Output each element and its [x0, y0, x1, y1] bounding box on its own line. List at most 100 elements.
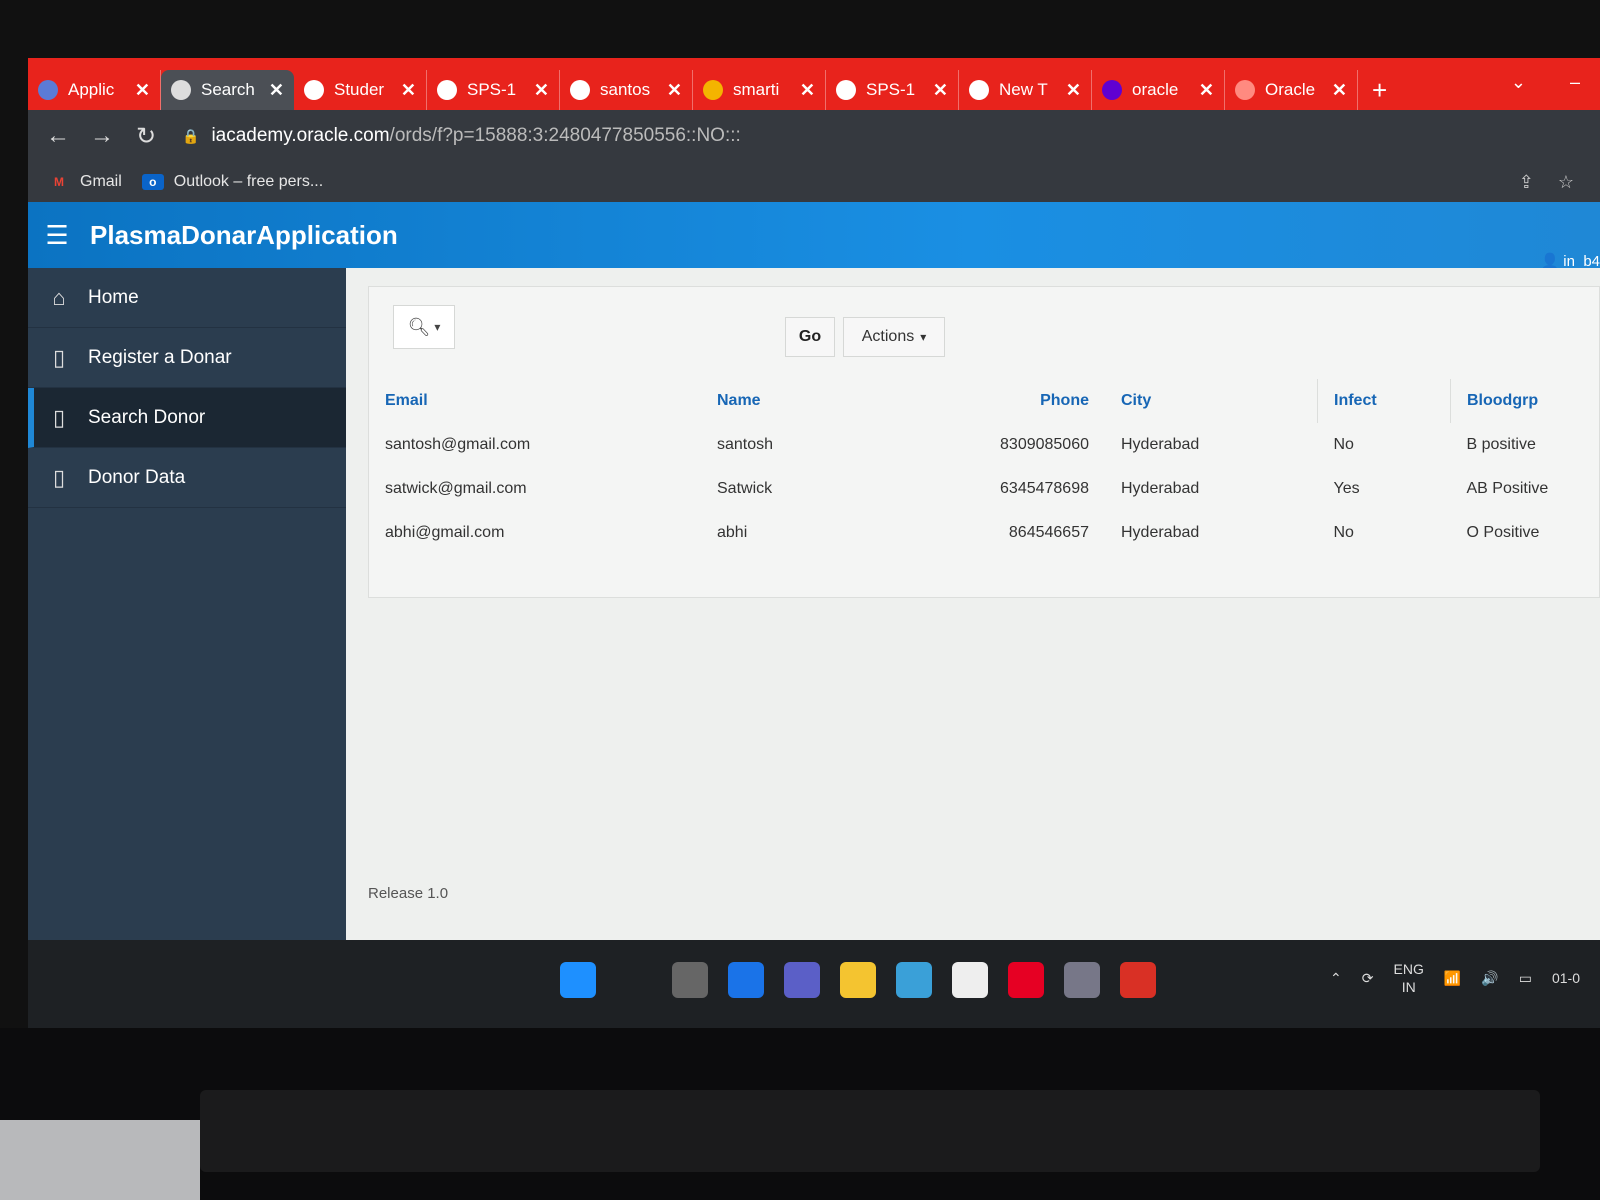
bookmark-gmail[interactable]: M Gmail — [48, 173, 122, 191]
actions-label: Actions — [861, 328, 915, 345]
cell-name: Satwick — [717, 480, 773, 497]
close-icon[interactable]: ✕ — [401, 80, 416, 101]
cell-infect: Yes — [1333, 480, 1360, 497]
task-view-icon[interactable] — [672, 962, 708, 998]
laptop-hinge — [200, 1090, 1540, 1172]
browser-tab[interactable]: Studer ✕ — [294, 70, 427, 110]
cell-email: santosh@gmail.com — [385, 436, 531, 453]
nav-label: Search Donor — [88, 406, 206, 428]
search-icon[interactable] — [616, 962, 652, 998]
notepad-icon[interactable] — [896, 962, 932, 998]
menu-toggle-icon[interactable]: ☰ — [28, 220, 86, 251]
browser-tab[interactable]: Oracle ✕ — [1225, 70, 1358, 110]
tab-label: Search — [201, 80, 255, 99]
browser-tab[interactable]: New T ✕ — [959, 70, 1092, 110]
column-header-email[interactable]: Email — [369, 379, 701, 423]
close-icon[interactable]: ✕ — [269, 80, 284, 101]
tab-label: New T — [999, 80, 1048, 99]
chart-icon — [703, 80, 723, 100]
column-header-phone[interactable]: Phone — [953, 379, 1105, 423]
back-icon[interactable]: ← — [36, 122, 80, 150]
nav-item-home[interactable]: ⌂ Home — [28, 268, 346, 328]
cell-email: abhi@gmail.com — [385, 524, 505, 541]
github-icon — [570, 80, 590, 100]
cell-phone: 6345478698 — [1000, 480, 1089, 497]
close-icon[interactable]: ✕ — [800, 80, 815, 101]
close-icon[interactable]: ✕ — [534, 80, 549, 101]
share-icon[interactable]: ⇪ — [1519, 172, 1534, 193]
oracle-icon — [1235, 80, 1255, 100]
battery-icon[interactable]: ▭ — [1519, 970, 1532, 987]
wifi-icon[interactable]: 📶 — [1444, 970, 1461, 987]
cell-bloodgrp: B positive — [1466, 436, 1536, 453]
close-icon[interactable]: ✕ — [933, 80, 948, 101]
widgets-icon[interactable] — [728, 962, 764, 998]
camera-icon[interactable] — [1064, 962, 1100, 998]
windows-start-icon[interactable] — [560, 962, 596, 998]
tab-label: SPS-1 — [467, 80, 517, 99]
file-explorer-icon[interactable] — [840, 962, 876, 998]
nav-item-search-donor[interactable]: ▯ Search Donor — [28, 388, 346, 448]
clock[interactable]: 01-0 — [1552, 970, 1580, 986]
chevron-up-icon[interactable]: ⌃ — [1330, 970, 1342, 987]
column-header-bloodgrp[interactable]: Bloodgrp — [1450, 379, 1599, 423]
search-column-button[interactable]: 🔍︎ ▾ — [393, 305, 455, 349]
close-icon[interactable]: ✕ — [135, 80, 150, 101]
browser-tab[interactable]: SPS-1 ✕ — [826, 70, 959, 110]
close-icon[interactable]: ✕ — [1199, 80, 1214, 101]
browser-tab-strip: Applic ✕ Search ✕ Studer ✕ SPS-1 ✕ santos ✕ smarti… — [28, 58, 1600, 110]
x-app-icon — [38, 80, 58, 100]
tab-label: SPS-1 — [866, 80, 916, 99]
app-title[interactable]: PlasmaDonarApplication — [90, 220, 398, 251]
teams-icon[interactable] — [784, 962, 820, 998]
outlook-icon: o — [141, 174, 164, 190]
table-row: abhi@gmail.com abhi 864546657 Hyderabad … — [369, 511, 1599, 555]
close-icon[interactable]: ✕ — [1332, 80, 1347, 101]
reload-icon[interactable]: ↻ — [124, 122, 168, 151]
yahoo-icon — [1102, 80, 1122, 100]
browser-tab[interactable]: SPS-1 ✕ — [427, 70, 560, 110]
chrome-icon[interactable] — [1120, 962, 1156, 998]
bookmark-label: Gmail — [80, 173, 122, 190]
close-icon[interactable]: ✕ — [1066, 80, 1081, 101]
column-header-name[interactable]: Name — [701, 379, 953, 423]
browser-tab[interactable]: smarti ✕ — [693, 70, 826, 110]
home-icon: ⌂ — [52, 284, 66, 310]
window-controls: ⌄ – — [1511, 72, 1580, 93]
document-icon: ▯ — [52, 464, 66, 490]
table-header-row: Email Name Phone City Infect Bloodgrp — [369, 379, 1599, 423]
store-icon[interactable] — [952, 962, 988, 998]
star-icon[interactable]: ☆ — [1558, 172, 1574, 193]
minimize-icon[interactable]: – — [1570, 72, 1580, 93]
browser-tab[interactable]: santos ✕ — [560, 70, 693, 110]
language-indicator[interactable]: ENG IN — [1394, 960, 1424, 996]
nav-item-register-donar[interactable]: ▯ Register a Donar — [28, 328, 346, 388]
column-header-infect[interactable]: Infect — [1317, 379, 1451, 423]
address-bar[interactable]: 🔒 iacademy.oracle.com/ords/f?p=15888:3:2… — [182, 125, 741, 147]
cell-city: Hyderabad — [1121, 436, 1200, 453]
interactive-report: 🔍︎ ▾ Go Actions ▾ Email Name Phone City … — [368, 286, 1600, 598]
nav-item-donor-data[interactable]: ▯ Donor Data — [28, 448, 346, 508]
bookmark-outlook[interactable]: o Outlook – free pers... — [141, 173, 323, 191]
bookmarks-bar: M Gmail o Outlook – free pers... ⇪ ☆ — [28, 162, 1600, 202]
browser-tab[interactable]: oracle ✕ — [1092, 70, 1225, 110]
forward-icon[interactable]: → — [80, 122, 124, 150]
volume-icon[interactable]: 🔊 — [1481, 970, 1498, 987]
browser-tab[interactable]: Search ✕ — [161, 70, 294, 110]
actions-button[interactable]: Actions ▾ — [843, 317, 945, 357]
close-icon[interactable]: ✕ — [667, 80, 682, 101]
cell-infect: No — [1333, 436, 1354, 453]
lock-icon[interactable]: 🔒 — [182, 128, 199, 145]
new-tab-button[interactable]: + — [1372, 70, 1387, 110]
go-button[interactable]: Go — [785, 317, 835, 357]
column-header-city[interactable]: City — [1105, 379, 1318, 423]
sync-icon[interactable]: ⟳ — [1362, 970, 1374, 987]
browser-toolbar: ← → ↻ 🔒 iacademy.oracle.com/ords/f?p=158… — [28, 110, 1600, 162]
tab-search-icon[interactable]: ⌄ — [1511, 72, 1526, 93]
tab-label: Studer — [334, 80, 385, 99]
cell-city: Hyderabad — [1121, 480, 1200, 497]
gmail-icon: M — [54, 175, 64, 189]
lang-bottom: IN — [1401, 979, 1416, 995]
pinterest-icon[interactable] — [1008, 962, 1044, 998]
browser-tab[interactable]: Applic ✕ — [28, 70, 161, 110]
